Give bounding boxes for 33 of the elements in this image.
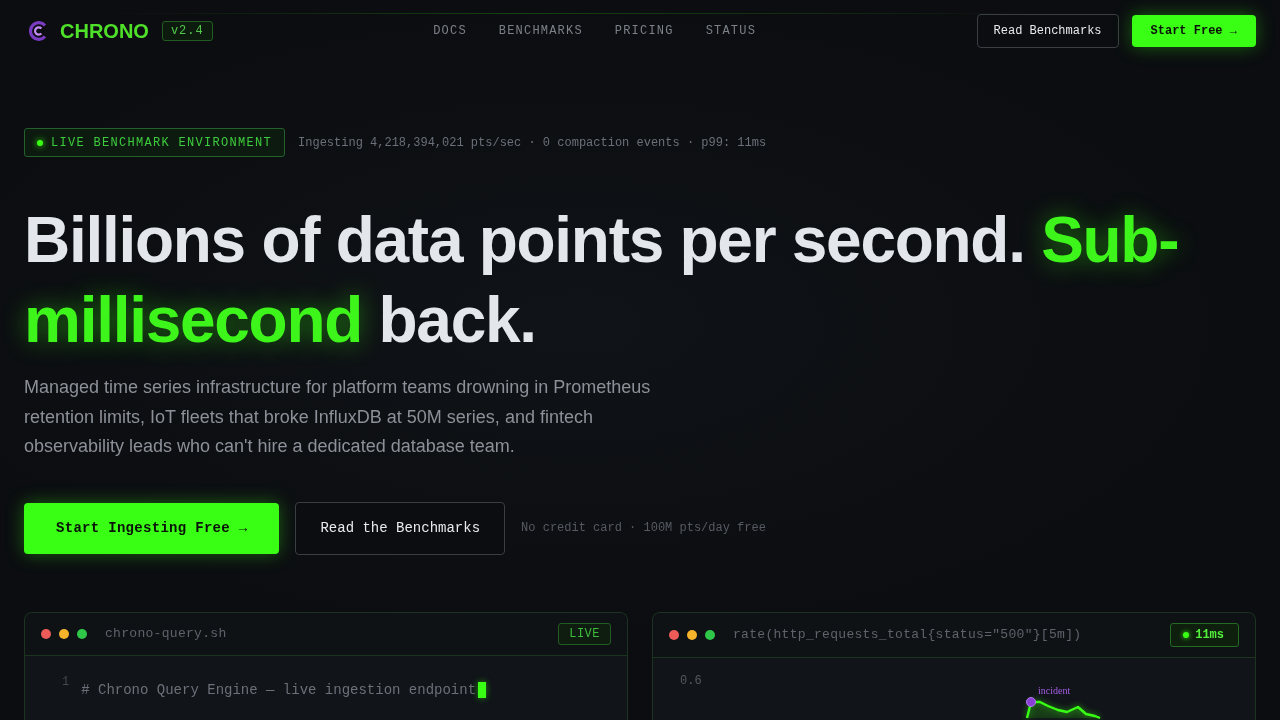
ingest-stats: Ingesting 4,218,394,021 pts/sec · 0 compaction events · p99: 11ms: [298, 135, 767, 150]
code-line: # Chrono Query Engine — live ingestion endpoint: [81, 680, 477, 700]
hero-subtitle: Managed time series infrastructure for platform teams drowning in Prometheus retention limits, IoT fleets that broke InfluxDB at 50M series, and fintech observability leads who can't hire a dedicated database team.: [24, 376, 652, 458]
latency-value: 11ms: [1195, 627, 1224, 642]
status-dot-icon: [1183, 631, 1190, 638]
incident-marker-icon: [1025, 696, 1036, 707]
window-control-icon[interactable]: [77, 628, 87, 639]
version-badge: v2.4: [161, 21, 213, 41]
nav-link[interactable]: BENCHMARKS: [498, 24, 583, 38]
file-name: chrono-query.sh: [105, 626, 228, 641]
window-control-icon[interactable]: [59, 628, 69, 639]
chart-annotation: incident: [1037, 684, 1070, 696]
query-text: rate(http_requests_total{status="500"}[5m]): [733, 627, 1083, 642]
cursor-icon: [478, 681, 487, 698]
cta-button[interactable]: Start Ingesting Free →: [24, 502, 280, 554]
headline: Billions of data points per second. Sub-millisecond back.: [24, 203, 1180, 358]
outline-button[interactable]: Read the Benchmarks: [295, 501, 506, 555]
window-control-icon[interactable]: [705, 629, 715, 640]
outline-button[interactable]: Read Benchmarks: [976, 14, 1119, 48]
cta-note: No credit card · 100M pts/day free: [521, 521, 766, 535]
nav-link[interactable]: PRICING: [614, 24, 674, 38]
nav-link[interactable]: DOCS: [433, 24, 467, 38]
live-badge-label: LIVE BENCHMARK ENVIRONMENT: [51, 135, 273, 150]
window-control-icon[interactable]: [669, 629, 679, 640]
logo-wordmark[interactable]: CHRONO: [60, 19, 149, 43]
live-tag: LIVE: [558, 622, 611, 645]
axis-tick-label: 0.6: [680, 672, 702, 689]
nav-link[interactable]: STATUS: [705, 24, 757, 38]
window-control-icon[interactable]: [687, 629, 697, 640]
cta-button[interactable]: Start Free →: [1131, 15, 1256, 47]
window-control-icon[interactable]: [41, 628, 51, 639]
status-dot-icon: [37, 139, 43, 146]
logo-icon[interactable]: [28, 21, 48, 41]
